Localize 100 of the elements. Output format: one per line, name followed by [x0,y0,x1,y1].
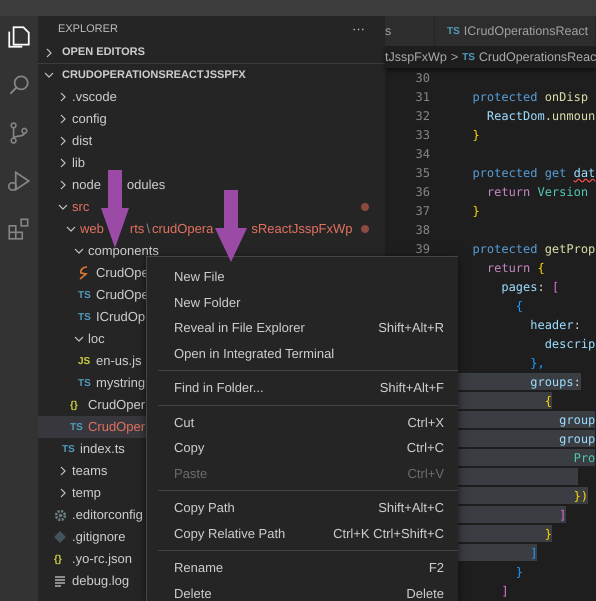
tree-item-label[interactable]: rts [130,219,144,239]
code-token: { [536,260,545,276]
tree-item-label[interactable]: crudOpera [152,219,214,239]
tree-item-label[interactable]: CrudOpe [96,285,149,305]
menu-item[interactable]: Open in Integrated Terminal [147,340,458,366]
tree-item-label[interactable]: node [72,175,101,195]
line-number: 35 [414,164,430,182]
chevron-right-icon[interactable] [58,114,68,124]
tree-item-label[interactable]: .editorconfig [72,505,143,525]
menu-item[interactable]: Cut Ctrl+X [147,410,458,435]
code-token: : [537,279,546,295]
section-header[interactable]: CRUDOPERATIONSREACTJSSPFX [62,66,246,84]
breadcrumb-separator: > [450,48,458,66]
tree-item-label[interactable]: odules [126,175,166,195]
tree-item-label[interactable]: temp [72,483,101,503]
code-token: group [558,412,596,428]
chevron-down-icon[interactable] [44,70,54,80]
menu-item[interactable]: Delete Delete [147,580,458,601]
breadcrumb-item[interactable]: tJsspFxWp [385,48,447,66]
breadcrumb-item[interactable]: CrudOperationsReac [478,48,596,66]
chevron-right-icon[interactable] [58,158,68,168]
code-token: [ [552,279,560,295]
tree-item-label[interactable]: ICrudOp [96,307,146,327]
chevron-right-icon[interactable] [58,180,68,190]
tree-item-label[interactable]: src [72,197,90,217]
chevron-right-icon[interactable] [44,48,54,58]
chevron-down-icon[interactable] [58,202,68,212]
tree-item-label[interactable]: sReactJsspFxWp [251,219,352,239]
code-token: protected [471,241,538,257]
code-token: groups [529,374,574,390]
file-type-icon: TS [447,24,460,38]
code-token: Pro [572,450,596,466]
editor-tab[interactable]: TS ICrudOperationsReact [435,16,596,46]
code-token: return [486,184,530,200]
menu-item[interactable]: Rename F2 [147,555,458,580]
menu-item[interactable]: Copy Path Shift+Alt+C [147,495,458,520]
tree-item-label[interactable]: .gitignore [72,527,126,547]
code-token: protected [471,89,538,105]
tree-item-label[interactable]: dist [72,131,92,151]
line-number: 33 [414,126,430,144]
code-token: pages [500,279,538,295]
code-token: } [544,526,552,542]
tree-item-label[interactable]: .yo-rc.json [72,549,132,569]
path-separator: \ [146,220,150,238]
code-token: ] [529,545,538,561]
chevron-down-icon[interactable] [66,224,76,234]
diamond-icon [54,531,66,543]
more-actions-button[interactable]: ··· [352,19,365,39]
chevron-down-icon[interactable] [74,334,84,344]
down-arrow-icon [215,190,247,262]
file-type-icon: JS [78,354,90,368]
menu-item[interactable]: Copy Ctrl+C [147,435,458,460]
tree-item-label[interactable]: web [80,219,104,239]
code-token: onDisp [544,89,588,105]
chevron-down-icon[interactable] [74,246,84,256]
editor-tab[interactable]: s [385,16,435,46]
line-number: 36 [414,184,430,200]
chevron-right-icon[interactable] [58,466,68,476]
gear-icon [54,508,67,522]
tree-item-label[interactable]: CrudOper [88,417,146,437]
code-token: protected get [471,165,568,181]
code-token: : [574,317,581,333]
file-type-icon: {} [70,398,78,412]
chevron-right-icon[interactable] [58,488,68,498]
code-token: : [574,374,581,390]
menu-item[interactable]: New Folder [147,290,458,315]
menu-item[interactable]: Copy Relative Path Ctrl+K Ctrl+Shift+C [147,520,458,546]
file-type-icon: TS [62,442,75,456]
file-type-icon: TS [78,310,91,324]
tree-item-label[interactable]: teams [72,461,108,481]
file-type-icon: TS [70,420,83,434]
tree-item-label[interactable]: .vscode [72,87,117,107]
line-number: 30 [414,70,430,86]
code-token: } [471,203,480,219]
tree-item-label[interactable]: config [72,109,107,129]
line-number: 39 [414,240,430,258]
code-token: ] [500,583,509,599]
tree-item-label[interactable]: lib [72,153,86,173]
chevron-right-icon[interactable] [58,92,68,102]
code-token: group [558,431,596,447]
lines-icon [54,575,66,587]
chevron-right-icon[interactable] [58,136,68,146]
tree-item-label[interactable]: CrudOpe [96,263,149,283]
play-bug-icon[interactable] [6,168,32,194]
tree-item-label[interactable]: loc [88,329,105,349]
files-icon[interactable] [6,24,32,50]
tree-item-label[interactable]: mystring [96,373,146,393]
code-token: .unmoun [544,108,596,124]
tree-item-label[interactable]: en-us.js [96,351,142,371]
tree-item-label[interactable]: components [88,241,159,261]
code-token: { [544,393,552,409]
file-type-icon: TS [78,288,91,302]
section-header[interactable]: OPEN EDITORS [62,44,145,61]
tree-item-label[interactable]: index.ts [80,439,125,459]
tree-item-label[interactable]: CrudOper [88,395,146,415]
menu-item[interactable]: New File [147,264,458,290]
code-token: ] [558,507,566,523]
tree-item-label[interactable]: debug.log [72,571,130,591]
menu-item[interactable]: Reveal in File Explorer Shift+Alt+R [147,315,458,340]
menu-item[interactable]: Find in Folder... Shift+Alt+F [147,375,458,400]
